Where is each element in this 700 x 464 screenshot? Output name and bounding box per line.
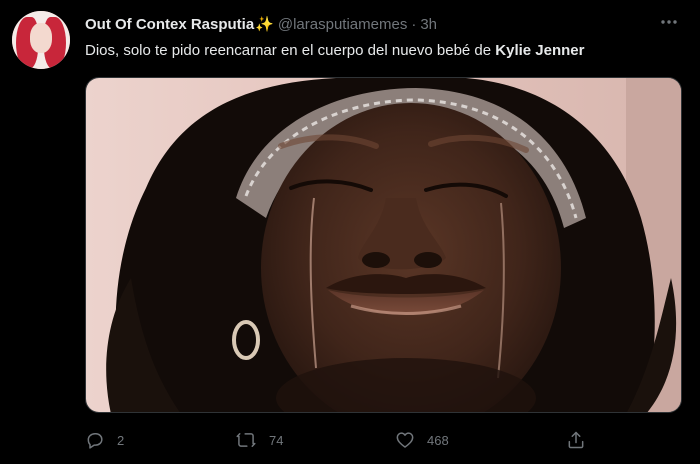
separator-dot: · [411, 15, 417, 33]
share-icon [568, 431, 584, 449]
more-horizontal-icon [661, 20, 677, 24]
reply-button[interactable]: 2 [85, 428, 124, 452]
display-name[interactable]: Out Of Contex Rasputia [85, 16, 254, 33]
tweet[interactable]: Out Of Contex Rasputia ✨ @larasputiameme… [0, 0, 700, 464]
tweet-text: Dios, solo te pido reencarnar en el cuer… [85, 42, 585, 59]
retweet-icon [236, 433, 256, 447]
timestamp[interactable]: 3h [420, 16, 437, 33]
avatar[interactable] [12, 11, 70, 69]
tweet-header: Out Of Contex Rasputia ✨ @larasputiameme… [85, 14, 437, 34]
tweet-media-photo[interactable] [85, 77, 682, 413]
user-handle[interactable]: @larasputiamemes [278, 16, 407, 33]
more-options-button[interactable] [658, 12, 680, 32]
avatar-face [30, 23, 52, 53]
heart-icon [396, 432, 414, 448]
like-count: 468 [427, 432, 449, 448]
reply-icon [87, 433, 103, 449]
share-button[interactable] [566, 428, 586, 452]
sparkle-emoji: ✨ [255, 16, 274, 33]
photo [86, 78, 681, 412]
retweet-button[interactable]: 74 [235, 428, 283, 452]
reply-count: 2 [117, 432, 125, 448]
retweet-count: 74 [269, 432, 284, 448]
tweet-text-body: Dios, solo te pido reencarnar en el cuer… [85, 42, 496, 59]
like-button[interactable]: 468 [395, 428, 449, 452]
tweet-actions: 2 74 468 [85, 428, 595, 452]
tweet-text-bold[interactable]: Kylie Jenner [495, 42, 584, 59]
